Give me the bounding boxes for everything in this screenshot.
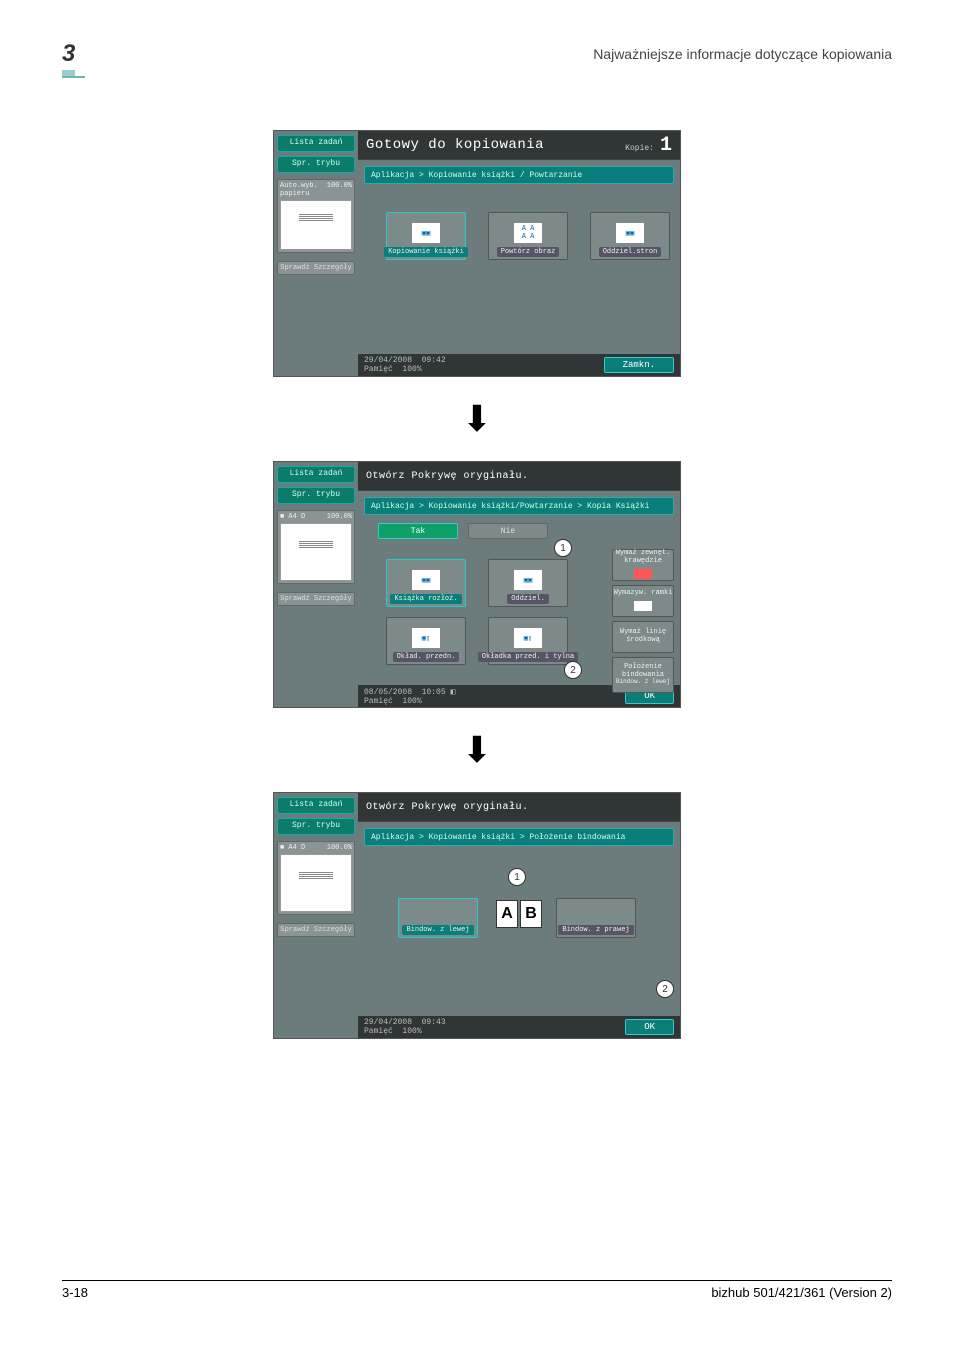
callout-1: 1 <box>554 539 572 557</box>
details-button[interactable]: Sprawdź Szczegóły <box>277 923 355 937</box>
ab-preview-icon: AB <box>496 900 542 928</box>
ready-title: Gotowy do kopiowania <box>366 137 544 153</box>
job-list-button[interactable]: Lista zadań <box>277 466 355 483</box>
copier-screen-2: Lista zadań Spr. trybu ■ A4 D100.0% Spra… <box>273 461 681 708</box>
callout-2: 2 <box>564 661 582 679</box>
tile-separation[interactable]: ▣▣Oddziel. <box>488 559 568 607</box>
breadcrumb: Aplikacja > Kopiowanie książki/Powtarzan… <box>364 497 674 515</box>
details-button[interactable]: Sprawdź Szczegóły <box>277 261 355 275</box>
tile-book-spread[interactable]: ▣▣Książka rozłoż. <box>386 559 466 607</box>
open-cover-title: Otwórz Pokrywę oryginału. <box>366 471 529 482</box>
tile-book-copy[interactable]: ▣▣Kopiowanie książki <box>386 212 466 260</box>
preview-thumb <box>280 200 352 250</box>
status-bar: 29/04/2008 09:42Pamięć 100% Zamkn. <box>358 354 680 376</box>
breadcrumb: Aplikacja > Kopiowanie książki / Powtarz… <box>364 166 674 184</box>
sidebar-preview: Auto.wyb. papieru100.0% <box>277 179 355 253</box>
chapter-number: 3 <box>62 40 85 78</box>
title-bar: Gotowy do kopiowania Kopie:1 <box>358 131 680 160</box>
tile-front-cover[interactable]: ▣▯Okład. przedn. <box>386 617 466 665</box>
mode-check-button[interactable]: Spr. trybu <box>277 156 355 173</box>
no-button[interactable]: Nie <box>468 523 548 539</box>
callout-1: 1 <box>508 868 526 886</box>
mode-check-button[interactable]: Spr. trybu <box>277 487 355 504</box>
footer-model: bizhub 501/421/361 (Version 2) <box>711 1285 892 1300</box>
tile-page-separate[interactable]: ▣▣Oddziel.stron <box>590 212 670 260</box>
down-arrow-icon: ⬇ <box>462 401 492 437</box>
breadcrumb: Aplikacja > Kopiowanie książki > Położen… <box>364 828 674 846</box>
tile-bind-right[interactable]: Bindow. z prawej <box>556 898 636 938</box>
erase-outer-edge[interactable]: Wymaż zewnęt. krawędzie <box>612 549 674 581</box>
footer-page: 3-18 <box>62 1285 88 1300</box>
open-cover-title: Otwórz Pokrywę oryginału. <box>366 802 529 813</box>
frame-erase[interactable]: Wymazyw. ramki <box>612 585 674 617</box>
tile-front-back-cover[interactable]: ▣▯Okładka przed. i tylna <box>488 617 568 665</box>
job-list-button[interactable]: Lista zadań <box>277 135 355 152</box>
binding-position[interactable]: Położenie bindowaniaBindow. z lewej <box>612 657 674 693</box>
center-line-erase[interactable]: Wymaż linię środkową <box>612 621 674 653</box>
down-arrow-icon: ⬇ <box>462 732 492 768</box>
callout-2: 2 <box>656 980 674 998</box>
copier-screen-1: Lista zadań Spr. trybu Auto.wyb. papieru… <box>273 130 681 377</box>
ok-button[interactable]: OK <box>625 1019 674 1035</box>
tile-repeat-image[interactable]: A AA APowtórz obraz <box>488 212 568 260</box>
job-list-button[interactable]: Lista zadań <box>277 797 355 814</box>
tile-bind-left[interactable]: Bindow. z lewej <box>398 898 478 938</box>
copies-count: 1 <box>660 134 672 157</box>
copier-screen-3: Lista zadań Spr. trybu ■ A4 D100.0% Spra… <box>273 792 681 1039</box>
mode-check-button[interactable]: Spr. trybu <box>277 818 355 835</box>
details-button[interactable]: Sprawdź Szczegóły <box>277 592 355 606</box>
close-button[interactable]: Zamkn. <box>604 357 674 373</box>
page-header-title: Najważniejsze informacje dotyczące kopio… <box>593 46 892 62</box>
sidebar-preview: ■ A4 D100.0% <box>277 841 355 915</box>
yes-button[interactable]: Tak <box>378 523 458 539</box>
sidebar-preview: ■ A4 D100.0% <box>277 510 355 584</box>
